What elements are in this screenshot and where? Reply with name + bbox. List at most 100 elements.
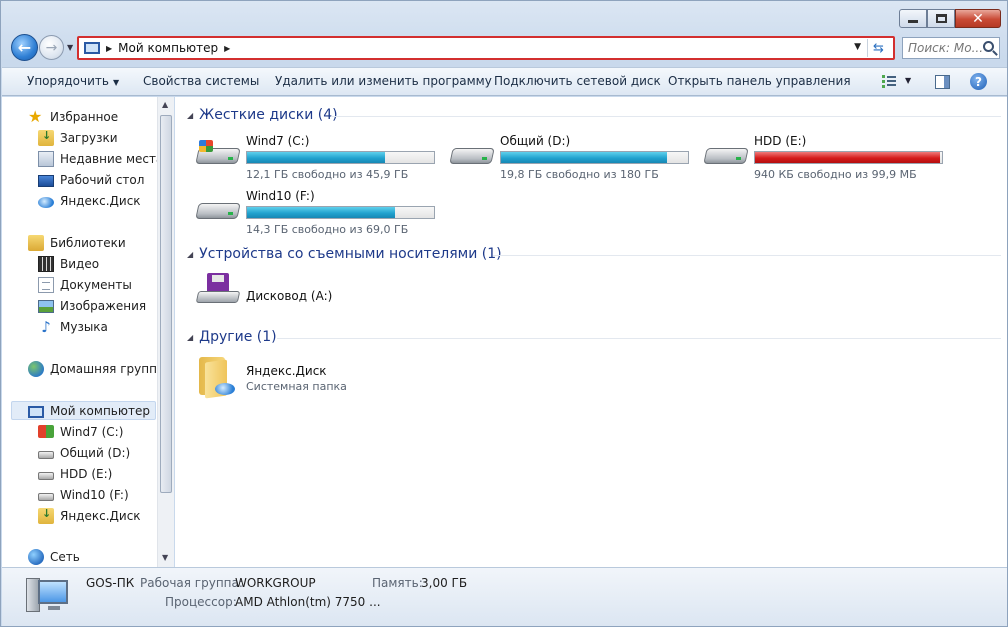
drive-usage-fill xyxy=(501,152,668,163)
preview-pane-icon[interactable] xyxy=(935,75,950,89)
video-icon xyxy=(38,255,54,272)
search-input[interactable]: Поиск: Мо... xyxy=(902,37,1000,59)
group-title: Устройства со съемными носителями (1) xyxy=(199,246,502,262)
search-icon[interactable] xyxy=(983,41,994,52)
sidebar-item-desktop[interactable]: Рабочий стол xyxy=(38,170,144,189)
drive-tile-c[interactable]: Wind7 (C:) 12,1 ГБ свободно из 45,9 ГБ xyxy=(195,134,440,182)
drive-free-space: 19,8 ГБ свободно из 180 ГБ xyxy=(500,168,659,181)
drive-usage-bar xyxy=(246,151,435,164)
sidebar-item-video[interactable]: Видео xyxy=(38,254,99,273)
folder-name: Яндекс.Диск xyxy=(246,364,327,378)
address-bar[interactable]: ▶ Мой компьютер ▶ ▼ ⇆ xyxy=(77,36,895,60)
sidebar-item-drive-c[interactable]: Wind7 (C:) xyxy=(38,422,123,441)
minimize-icon xyxy=(908,20,918,23)
back-button[interactable]: ← xyxy=(11,34,38,61)
recent-pages-dropdown[interactable]: ▼ xyxy=(67,43,73,52)
system-properties-button[interactable]: Свойства системы xyxy=(143,74,259,88)
cpu-label: Процессор: xyxy=(165,595,237,609)
drive-usage-fill xyxy=(755,152,941,163)
breadcrumb-separator-icon[interactable]: ▶ xyxy=(224,44,230,53)
sidebar-item-label: Общий (D:) xyxy=(60,445,131,460)
group-header-hard-drives[interactable]: ◢ Жесткие диски (4) xyxy=(187,107,338,123)
content-pane: ◢ Жесткие диски (4) Wind7 (C:) 12,1 ГБ св… xyxy=(175,97,1007,567)
caption-buttons: ✕ xyxy=(899,9,1001,28)
refresh-button[interactable]: ⇆ xyxy=(867,39,889,57)
sidebar-item-homegroup[interactable]: Домашняя группа xyxy=(28,359,164,378)
group-divider xyxy=(277,338,1001,339)
open-control-panel-button[interactable]: Открыть панель управления xyxy=(668,74,851,88)
change-view-icon[interactable] xyxy=(882,75,896,88)
sidebar-item-drive-e[interactable]: HDD (E:) xyxy=(38,464,112,483)
close-button[interactable]: ✕ xyxy=(955,9,1001,28)
drive-free-space: 940 КБ свободно из 99,9 МБ xyxy=(754,168,917,181)
collapse-icon[interactable]: ◢ xyxy=(187,333,193,342)
navigation-scrollbar[interactable]: ▲ ▼ xyxy=(157,97,174,567)
collapse-icon[interactable]: ◢ xyxy=(187,111,193,120)
sidebar-item-label: Музыка xyxy=(60,319,108,334)
maximize-button[interactable] xyxy=(927,9,955,28)
help-icon[interactable]: ? xyxy=(970,73,987,90)
computer-name: GOS-ПК xyxy=(86,576,135,590)
drive-tile-d[interactable]: Общий (D:) 19,8 ГБ свободно из 180 ГБ xyxy=(449,134,694,182)
yandex-disk-icon xyxy=(38,196,54,208)
sidebar-item-downloads[interactable]: Загрузки xyxy=(38,128,118,147)
drive-name: Дисковод (A:) xyxy=(246,289,333,303)
group-header-removable[interactable]: ◢ Устройства со съемными носителями (1) xyxy=(187,246,502,262)
organize-button[interactable]: Упорядочить ▼ xyxy=(27,74,119,88)
collapse-icon[interactable]: ◢ xyxy=(187,250,193,259)
sidebar-item-label: Видео xyxy=(60,256,100,271)
group-divider xyxy=(331,116,1001,117)
view-options-chevron-icon[interactable]: ▼ xyxy=(905,76,911,85)
drive-tile-f[interactable]: Wind10 (F:) 14,3 ГБ свободно из 69,0 ГБ xyxy=(195,189,440,237)
back-arrow-icon: ← xyxy=(17,38,32,57)
group-title: Другие (1) xyxy=(199,329,277,345)
address-dropdown-icon[interactable]: ▼ xyxy=(854,42,861,52)
sidebar-item-label: HDD (E:) xyxy=(60,466,113,481)
music-icon: ♪ xyxy=(41,317,51,336)
windows-drive-icon xyxy=(38,425,54,438)
sidebar-item-images[interactable]: Изображения xyxy=(38,296,146,315)
sidebar-item-drive-d[interactable]: Общий (D:) xyxy=(38,443,130,462)
sidebar-item-favorites[interactable]: ★ Избранное xyxy=(28,107,118,126)
breadcrumb-separator-icon[interactable]: ▶ xyxy=(106,44,112,53)
sidebar-item-yandex-disk[interactable]: Яндекс.Диск xyxy=(38,191,141,210)
libraries-icon xyxy=(28,234,44,251)
sidebar-item-label: Изображения xyxy=(60,298,147,313)
workgroup-label: Рабочая группа: xyxy=(140,576,243,590)
recent-places-icon xyxy=(38,150,54,167)
sidebar-item-computer[interactable]: Мой компьютер xyxy=(11,401,156,420)
sidebar-item-documents[interactable]: Документы xyxy=(38,275,132,294)
forward-arrow-icon: → xyxy=(45,39,58,56)
scroll-down-icon[interactable]: ▼ xyxy=(162,553,168,562)
map-network-drive-button[interactable]: Подключить сетевой диск xyxy=(494,74,661,88)
sidebar-item-music[interactable]: ♪ Музыка xyxy=(38,317,108,336)
sidebar-item-yandex-disk-2[interactable]: Яндекс.Диск xyxy=(38,506,141,525)
sidebar-item-recent[interactable]: Недавние места xyxy=(38,149,163,168)
drive-name: Общий (D:) xyxy=(500,134,571,148)
breadcrumb-computer[interactable]: Мой компьютер xyxy=(118,41,218,55)
computer-large-icon xyxy=(26,576,70,618)
sidebar-item-network[interactable]: Сеть xyxy=(28,547,80,566)
sidebar-item-label: Библиотеки xyxy=(50,235,126,250)
drive-tile-a[interactable]: Дисковод (A:) xyxy=(195,273,355,309)
drive-tile-e[interactable]: HDD (E:) 940 КБ свободно из 99,9 МБ xyxy=(703,134,948,182)
computer-icon xyxy=(28,405,44,418)
memory-value: 3,00 ГБ xyxy=(421,576,468,590)
drive-free-space: 14,3 ГБ свободно из 69,0 ГБ xyxy=(246,223,409,236)
hard-drive-icon xyxy=(38,493,54,501)
sidebar-item-label: Рабочий стол xyxy=(60,172,145,187)
scroll-up-icon[interactable]: ▲ xyxy=(162,100,168,109)
sidebar-item-drive-f[interactable]: Wind10 (F:) xyxy=(38,485,129,504)
group-header-other[interactable]: ◢ Другие (1) xyxy=(187,329,277,345)
minimize-button[interactable] xyxy=(899,9,927,28)
images-icon xyxy=(38,300,54,313)
close-icon: ✕ xyxy=(972,10,984,27)
uninstall-program-button[interactable]: Удалить или изменить программу xyxy=(275,74,492,88)
yandex-disk-tile[interactable]: Яндекс.Диск Системная папка xyxy=(195,355,375,401)
sidebar-item-libraries[interactable]: Библиотеки xyxy=(28,233,126,252)
group-divider xyxy=(493,255,1001,256)
scrollbar-thumb[interactable] xyxy=(160,115,172,493)
drive-usage-bar xyxy=(500,151,689,164)
forward-button[interactable]: → xyxy=(39,35,64,60)
refresh-icon: ⇆ xyxy=(873,40,884,56)
